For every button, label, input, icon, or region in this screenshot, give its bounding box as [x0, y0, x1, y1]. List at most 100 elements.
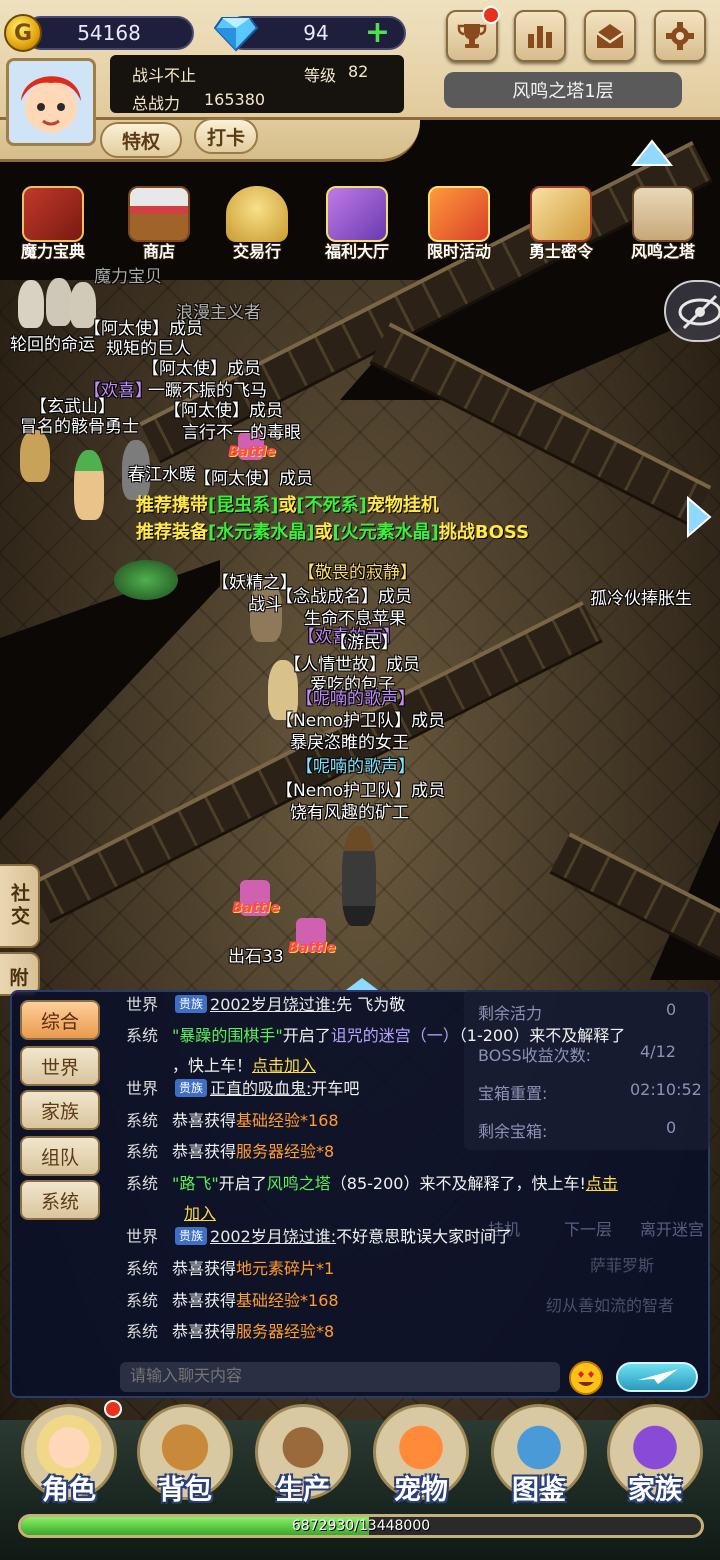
- collapse-up-icon[interactable]: [630, 138, 674, 168]
- notification-dot: [482, 6, 500, 24]
- add-gem-button[interactable]: +: [365, 15, 390, 50]
- trophy-icon: [457, 24, 487, 48]
- feature-shop[interactable]: 商店: [112, 186, 206, 266]
- level-value: 82: [348, 62, 369, 81]
- level-label: 等级: [304, 66, 337, 85]
- chat-username[interactable]: 正直的吸血鬼:: [210, 1079, 311, 1098]
- chat-username[interactable]: 2002岁月饶过谁:: [210, 1227, 336, 1246]
- present-icon: [428, 186, 490, 242]
- vitality-value: 0: [666, 1000, 677, 1019]
- player-name: 战斗不止: [132, 66, 197, 85]
- bar-chart-icon: [528, 26, 552, 48]
- chat-tab-all[interactable]: 综合: [20, 1000, 100, 1040]
- chat-text: 恭喜获得: [172, 1111, 237, 1130]
- npc-label[interactable]: 战斗: [248, 590, 282, 615]
- chat-username[interactable]: "路飞": [172, 1174, 219, 1193]
- next-floor-button[interactable]: 下一层: [564, 1216, 612, 1240]
- chat-tab-team[interactable]: 组队: [20, 1136, 100, 1176]
- npc-label[interactable]: 言行不一的毒眼: [182, 418, 301, 443]
- npc-label[interactable]: 出石33: [228, 942, 284, 967]
- feature-wind-tower[interactable]: 风鸣之塔: [616, 186, 710, 266]
- feature-welfare-hall[interactable]: 福利大厅: [310, 186, 404, 266]
- npc-label[interactable]: 春江水暖: [128, 460, 196, 485]
- chat-message: 系统 恭喜获得地元素碎片*1: [112, 1254, 334, 1284]
- chest-remaining-value: 0: [666, 1118, 677, 1137]
- book-icon: [22, 186, 84, 242]
- gift-box-icon: [326, 186, 388, 242]
- npc-label: 纫从善如流的智者: [546, 1296, 675, 1315]
- chat-username[interactable]: 2002岁月饶过谁:: [210, 995, 336, 1014]
- npc-label[interactable]: 浪漫主义者: [176, 298, 261, 323]
- join-link[interactable]: 点击加入: [252, 1056, 316, 1075]
- guild-label[interactable]: 【呢喃的歌声】: [296, 752, 415, 777]
- player-sprite[interactable]: [46, 278, 72, 326]
- chat-message: 世界 贵族 2002岁月饶过谁:先 飞为敬: [112, 990, 405, 1020]
- nav-label: 家族: [628, 1475, 682, 1506]
- feature-warrior-order[interactable]: 勇士密令: [514, 186, 608, 266]
- avatar-portrait-icon: [21, 76, 81, 133]
- npc-label[interactable]: 冒名的骸骨勇士: [20, 412, 139, 437]
- hint-crystal: [水元素水晶]: [208, 522, 315, 543]
- nav-codex[interactable]: 图鉴: [484, 1404, 594, 1510]
- npc-label[interactable]: 饶有风趣的矿工: [290, 798, 409, 823]
- player-sprite[interactable]: [18, 280, 44, 328]
- paper-plane-icon: [638, 1369, 678, 1384]
- guild-label[interactable]: 【敬畏的寂静】: [298, 558, 417, 583]
- player-avatar[interactable]: [6, 58, 96, 146]
- checkin-button[interactable]: 打卡: [194, 118, 258, 154]
- nav-backpack[interactable]: 背包: [130, 1404, 240, 1510]
- nav-family[interactable]: 家族: [600, 1404, 710, 1510]
- npc-label[interactable]: 暴戾恣睢的女王: [290, 728, 409, 753]
- battle-label[interactable]: Battle: [232, 900, 280, 916]
- nav-production[interactable]: 生产: [248, 1404, 358, 1510]
- feature-label: 限时活动: [426, 242, 491, 261]
- join-link[interactable]: 点击: [586, 1174, 618, 1193]
- player-sprite[interactable]: [74, 450, 104, 520]
- hint-pet-type: [不死系]: [296, 495, 367, 516]
- npc-label[interactable]: 轮回的命运: [10, 330, 95, 355]
- nav-character[interactable]: 角色: [14, 1404, 124, 1510]
- chat-tab-world[interactable]: 世界: [20, 1046, 100, 1086]
- hint-text: 宠物挂机: [366, 495, 439, 516]
- chat-message: 世界 贵族 正直的吸血鬼:开车吧: [112, 1074, 359, 1104]
- privilege-button[interactable]: 特权: [100, 122, 182, 158]
- dark-void: [0, 560, 220, 820]
- channel-label: 系统: [125, 1111, 158, 1130]
- chat-message: 系统 恭喜获得基础经验*168: [112, 1286, 339, 1316]
- main-character-sprite[interactable]: [342, 826, 376, 926]
- feature-magic-book[interactable]: 魔力宝典: [6, 186, 100, 266]
- expand-right-icon[interactable]: [684, 494, 714, 540]
- chat-tab-family[interactable]: 家族: [20, 1090, 100, 1130]
- chat-text: 开启了: [282, 1026, 331, 1045]
- chat-input[interactable]: [120, 1362, 560, 1392]
- settings-button[interactable]: [654, 10, 706, 62]
- chat-text: （85-200）来不及解释了，快上车!: [330, 1174, 586, 1193]
- hide-names-button[interactable]: [664, 280, 720, 342]
- social-tab[interactable]: 社交: [0, 864, 40, 948]
- hint-text: 挑战BOSS: [438, 522, 530, 543]
- bug-pet-sprite[interactable]: [114, 560, 178, 600]
- npc-label[interactable]: 孤冷伙捧胀生: [590, 584, 692, 609]
- nav-pet[interactable]: 宠物: [366, 1404, 476, 1510]
- diamond-icon: [214, 17, 258, 52]
- leave-maze-button[interactable]: 离开迷宫: [640, 1216, 704, 1240]
- chat-tab-system[interactable]: 系统: [20, 1180, 100, 1220]
- feature-trading[interactable]: 交易行: [210, 186, 304, 266]
- ranking-button[interactable]: [514, 10, 566, 62]
- emoji-icon[interactable]: [568, 1360, 604, 1396]
- battle-label[interactable]: Battle: [288, 940, 336, 956]
- feature-label: 勇士密令: [528, 242, 593, 261]
- nav-label: 角色: [42, 1475, 96, 1506]
- chat-text: 恭喜获得: [172, 1142, 237, 1161]
- player-sprite[interactable]: [20, 430, 50, 482]
- mail-button[interactable]: [584, 10, 636, 62]
- send-button[interactable]: [616, 1362, 698, 1392]
- chat-text: 恭喜获得: [172, 1259, 237, 1278]
- npc-label[interactable]: 【阿太使】成员: [194, 464, 313, 489]
- chat-username[interactable]: "暴躁的围棋手": [172, 1026, 283, 1045]
- channel-label: 系统: [125, 1291, 158, 1310]
- join-link[interactable]: 加入: [184, 1204, 216, 1223]
- battle-label[interactable]: Battle: [228, 444, 276, 460]
- attach-tab-label: 附: [9, 967, 29, 989]
- feature-limited-event[interactable]: 限时活动: [412, 186, 506, 266]
